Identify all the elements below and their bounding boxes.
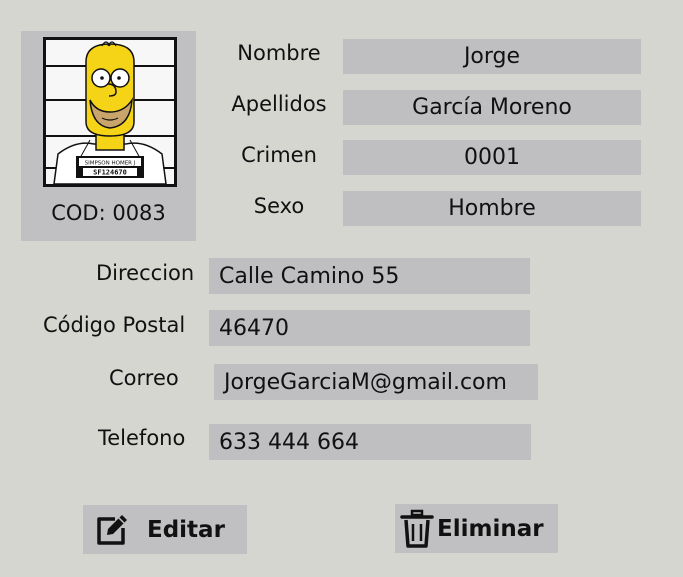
telefono-label: Telefono — [98, 426, 186, 450]
sexo-field[interactable]: Hombre — [343, 191, 641, 226]
direccion-field[interactable]: Calle Camino 55 — [209, 258, 530, 294]
sign-line-2: SF124670 — [93, 169, 127, 177]
telefono-field[interactable]: 633 444 664 — [209, 424, 531, 460]
nombre-field[interactable]: Jorge — [343, 39, 641, 74]
delete-button[interactable]: Eliminar — [395, 504, 558, 553]
codigo-postal-field[interactable]: 46470 — [209, 310, 530, 346]
direccion-label: Direccion — [96, 261, 195, 285]
crimen-field[interactable]: 0001 — [343, 140, 641, 175]
delete-button-label: Eliminar — [437, 515, 544, 542]
edit-icon — [93, 511, 131, 549]
apellidos-field[interactable]: García Moreno — [343, 90, 641, 125]
sexo-label: Sexo — [253, 194, 305, 218]
mugshot-photo: SIMPSON HOMER J SF124670 — [43, 37, 177, 187]
apellidos-label: Apellidos — [231, 92, 327, 116]
nombre-label: Nombre — [237, 41, 321, 65]
correo-label: Correo — [109, 366, 179, 390]
edit-button-label: Editar — [147, 516, 225, 543]
code-label: COD: 0083 — [51, 201, 166, 225]
trash-icon — [399, 509, 435, 549]
edit-button[interactable]: Editar — [83, 505, 247, 554]
mugshot-illustration: SIMPSON HOMER J SF124670 — [46, 40, 174, 184]
correo-field[interactable]: JorgeGarciaM@gmail.com — [214, 364, 538, 400]
profile-card: SIMPSON HOMER J SF124670 COD: 0083 — [21, 31, 196, 241]
codigo-postal-label: Código Postal — [43, 313, 186, 337]
sign-line-1: SIMPSON HOMER J — [85, 161, 136, 167]
crimen-label: Crimen — [241, 143, 317, 167]
